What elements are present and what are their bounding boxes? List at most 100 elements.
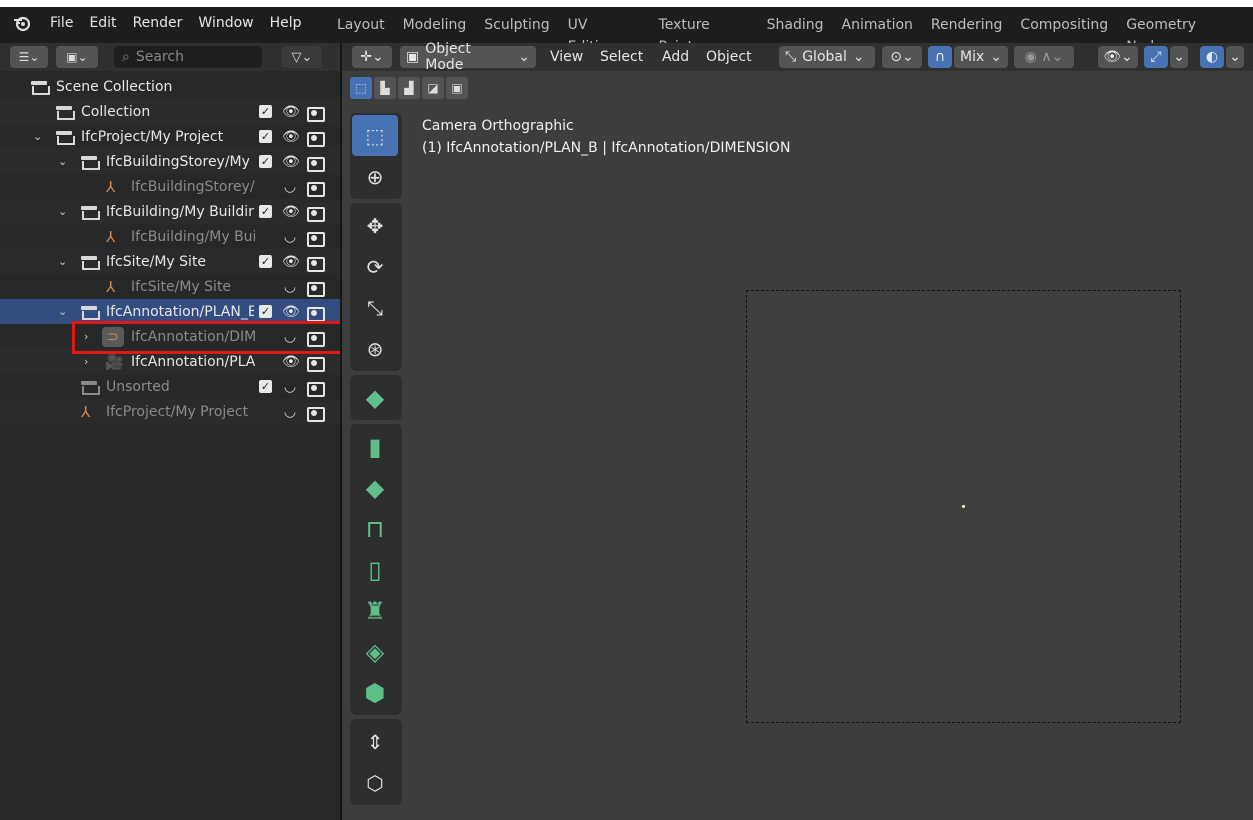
visibility-hidden-icon[interactable]: ◡: [282, 404, 298, 420]
menu-view[interactable]: View: [550, 46, 583, 68]
tree-row-scene-collection[interactable]: Scene Collection: [0, 74, 340, 99]
pivot-point-button[interactable]: ⊙⌄: [882, 46, 922, 68]
snap-target-dropdown[interactable]: Mix ⌄: [954, 46, 1008, 68]
render-camera-icon[interactable]: [306, 130, 325, 147]
3d-viewport[interactable]: ✛⌄ ▣ Object Mode ⌄ View Select Add Objec…: [342, 41, 1253, 820]
overlays-toggle-button[interactable]: ◐: [1200, 46, 1224, 68]
snap-toggle-button[interactable]: ∩: [928, 46, 952, 68]
element-tool-icon[interactable]: ◈: [352, 631, 398, 672]
display-mode-button[interactable]: ▣⌄: [56, 46, 98, 68]
render-camera-icon[interactable]: [306, 255, 325, 272]
rotate-tool-icon[interactable]: ⟳: [352, 246, 398, 287]
exclude-checkbox[interactable]: ✓: [259, 305, 272, 318]
wall-tool-icon[interactable]: ▮: [352, 426, 398, 467]
chevron-down-icon: ⌄: [518, 49, 530, 65]
chevron-right-icon[interactable]: ›: [84, 355, 88, 368]
move-tool-icon[interactable]: ✥: [352, 205, 398, 246]
menu-window[interactable]: Window: [190, 12, 261, 34]
render-camera-icon[interactable]: [306, 280, 325, 297]
visibility-eye-icon[interactable]: 👁: [282, 129, 300, 145]
exclude-checkbox[interactable]: ✓: [259, 105, 272, 118]
outliner-search-input[interactable]: ⌕ Search: [114, 46, 262, 68]
tree-row-collection[interactable]: Collection ✓ 👁: [0, 99, 340, 124]
visibility-eye-icon[interactable]: 👁: [282, 104, 300, 120]
render-camera-icon[interactable]: [306, 205, 325, 222]
visibility-eye-icon[interactable]: 👁: [282, 304, 300, 320]
menu-object[interactable]: Object: [706, 46, 752, 68]
select-box-tool-icon[interactable]: ⬚: [352, 115, 398, 156]
exclude-checkbox[interactable]: ✓: [259, 380, 272, 393]
render-camera-icon[interactable]: [306, 355, 325, 372]
extrude-tool-icon[interactable]: ⇕: [352, 721, 398, 762]
editor-type-button[interactable]: ✛⌄: [352, 46, 392, 68]
visibility-dropdown[interactable]: 👁 ⌄: [1098, 46, 1138, 68]
door-tool-icon[interactable]: ⊓: [352, 508, 398, 549]
box-tool-icon[interactable]: ⬡: [352, 762, 398, 803]
visibility-eye-icon[interactable]: 👁: [282, 154, 300, 170]
menu-file[interactable]: File: [42, 12, 81, 34]
render-camera-icon[interactable]: [306, 180, 325, 197]
explore-tool-icon[interactable]: ◆: [352, 377, 398, 418]
tree-row-ifcproject-object[interactable]: ⅄ IfcProject/My Project ◡: [0, 399, 340, 424]
exclude-checkbox[interactable]: ✓: [259, 155, 272, 168]
render-camera-icon[interactable]: [306, 155, 325, 172]
render-camera-icon[interactable]: [306, 405, 325, 422]
cursor-tool-icon[interactable]: ⊕: [352, 156, 398, 197]
tree-row-ifcbuildingstorey-collection[interactable]: ⌄ IfcBuildingStorey/My Storey ✓ 👁: [0, 149, 340, 174]
tool-group-bim: ▮ ◆ ⊓ ▯ ♜ ◈ ⬢: [350, 424, 402, 715]
render-camera-icon[interactable]: [306, 305, 325, 322]
scale-tool-icon[interactable]: ⤡: [352, 287, 398, 328]
render-camera-icon[interactable]: [306, 380, 325, 397]
tree-row-ifcbuilding-object[interactable]: ⅄ IfcBuilding/My Building ◡: [0, 224, 340, 249]
menu-edit[interactable]: Edit: [81, 12, 124, 34]
slab-tool-icon[interactable]: ◆: [352, 467, 398, 508]
chevron-down-icon[interactable]: ⌄: [33, 130, 42, 143]
visibility-hidden-icon[interactable]: ◡: [282, 179, 298, 195]
menu-select[interactable]: Select: [600, 46, 643, 68]
blender-logo-icon[interactable]: [12, 13, 32, 33]
filter-button[interactable]: ▽⌄: [282, 46, 322, 68]
cube-tool-icon[interactable]: ⬢: [352, 672, 398, 713]
visibility-hidden-icon[interactable]: ◡: [282, 379, 298, 395]
chevron-down-icon[interactable]: ⌄: [58, 305, 67, 318]
chevron-down-icon[interactable]: ⌄: [58, 205, 67, 218]
exclude-checkbox[interactable]: ✓: [259, 205, 272, 218]
gizmo-toggle-button[interactable]: ⤢: [1144, 46, 1168, 68]
mode-dropdown[interactable]: ▣ Object Mode ⌄: [400, 41, 536, 73]
visibility-eye-icon[interactable]: 👁: [282, 354, 300, 370]
exclude-checkbox[interactable]: ✓: [259, 130, 272, 143]
tree-row-unsorted[interactable]: Unsorted ✓ ◡: [0, 374, 340, 399]
menu-add[interactable]: Add: [662, 46, 689, 68]
editor-type-button[interactable]: ☰⌄: [10, 46, 48, 68]
menu-render[interactable]: Render: [125, 12, 191, 34]
chevron-down-icon[interactable]: ⌄: [58, 155, 67, 168]
select-invert-icon[interactable]: ◪: [422, 77, 444, 99]
visibility-hidden-icon[interactable]: ◡: [282, 229, 298, 245]
chevron-down-icon: ⌄: [990, 49, 1002, 65]
orientation-dropdown[interactable]: ⤡ Global ⌄: [779, 46, 875, 68]
tree-row-ifcsite-object[interactable]: ⅄ IfcSite/My Site ◡: [0, 274, 340, 299]
visibility-eye-icon[interactable]: 👁: [282, 204, 300, 220]
chevron-down-icon[interactable]: ⌄: [58, 255, 67, 268]
tree-row-ifcproject[interactable]: ⌄ IfcProject/My Project ✓ 👁: [0, 124, 340, 149]
select-extend-icon[interactable]: ▙: [374, 77, 396, 99]
tree-row-ifcbuildingstorey-object[interactable]: ⅄ IfcBuildingStorey/My Storey ◡: [0, 174, 340, 199]
menu-help[interactable]: Help: [262, 12, 310, 34]
exclude-checkbox[interactable]: ✓: [259, 255, 272, 268]
gizmo-dropdown[interactable]: ⌄: [1170, 46, 1188, 68]
visibility-hidden-icon[interactable]: ◡: [282, 279, 298, 295]
render-camera-icon[interactable]: [306, 105, 325, 122]
column-tool-icon[interactable]: ▯: [352, 549, 398, 590]
render-camera-icon[interactable]: [306, 230, 325, 247]
visibility-eye-icon[interactable]: 👁: [282, 254, 300, 270]
select-intersect-icon[interactable]: ▣: [446, 77, 468, 99]
overlays-dropdown[interactable]: ⌄: [1226, 46, 1244, 68]
proportional-edit-button[interactable]: ◉ ∧⌄: [1014, 46, 1074, 68]
selection-mode-buttons: ⬚ ▙ ▟ ◪ ▣: [350, 77, 468, 99]
tree-row-ifcsite-collection[interactable]: ⌄ IfcSite/My Site ✓ 👁: [0, 249, 340, 274]
tree-row-ifcbuilding-collection[interactable]: ⌄ IfcBuilding/My Building ✓ 👁: [0, 199, 340, 224]
select-new-icon[interactable]: ⬚: [350, 77, 372, 99]
furniture-tool-icon[interactable]: ♜: [352, 590, 398, 631]
select-subtract-icon[interactable]: ▟: [398, 77, 420, 99]
transform-tool-icon[interactable]: ⊛: [352, 328, 398, 369]
